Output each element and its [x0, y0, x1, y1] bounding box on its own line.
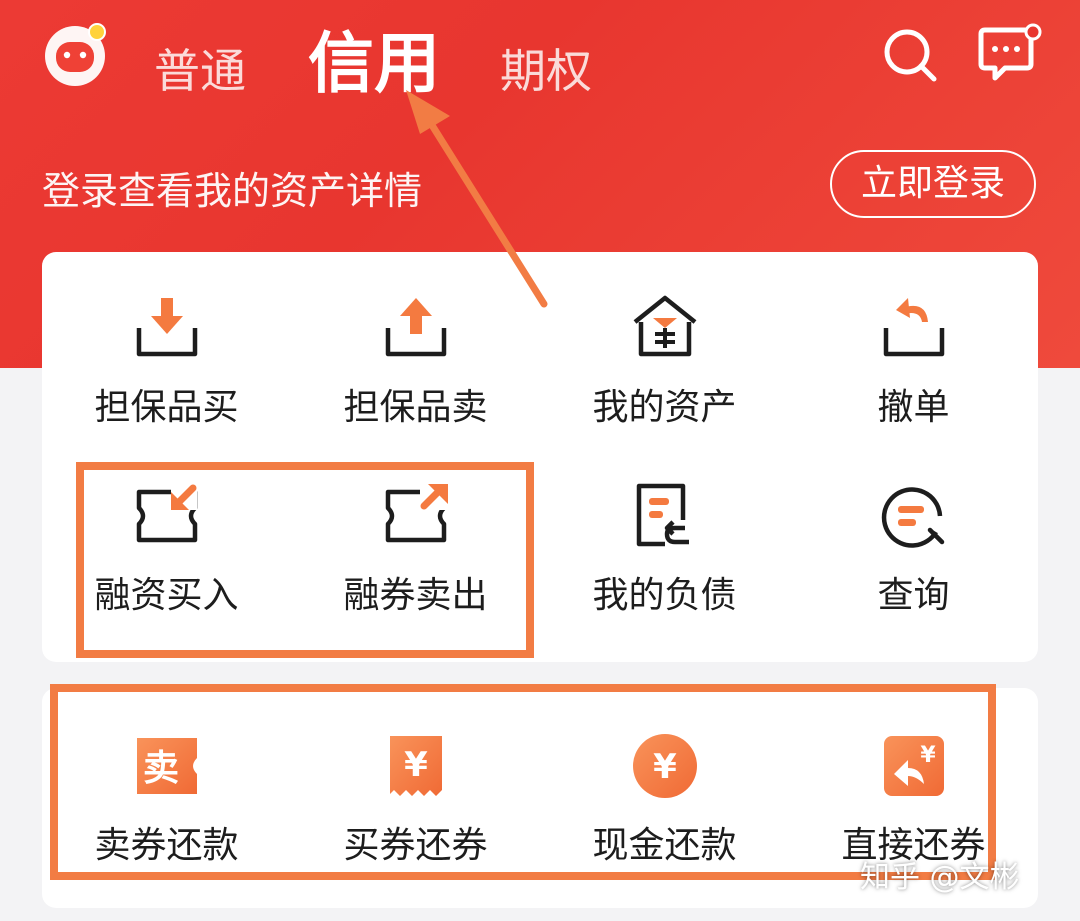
grid-item-label: 担保品买: [94, 387, 239, 428]
tab-option[interactable]: 期权: [500, 35, 592, 101]
chat-search-icon: [881, 487, 944, 548]
grid-item-label: 撤单: [877, 387, 950, 428]
repay-item-direct-return[interactable]: ¥ 直接还券: [789, 730, 1038, 868]
grid-item-my-liabilities[interactable]: 我的负债: [540, 480, 789, 618]
login-prompt: 登录查看我的资产详情: [42, 169, 423, 213]
svg-text:¥: ¥: [404, 745, 428, 785]
watermark: 知乎 @文彬: [860, 860, 1020, 895]
house-yen-icon: [633, 295, 696, 357]
ticket-arrow-in-icon: [136, 484, 197, 543]
svg-text:卖: 卖: [142, 748, 178, 789]
grid-item-label: 融券卖出: [343, 575, 488, 616]
sell-ticket-icon: 卖: [136, 738, 197, 794]
login-button[interactable]: 立即登录: [830, 150, 1036, 218]
grid-item-short-sell[interactable]: 融券卖出: [291, 480, 540, 618]
tab-credit[interactable]: 信用: [308, 10, 440, 106]
grid-item-label: 融资买入: [94, 575, 239, 616]
repay-item-buy-to-return[interactable]: ¥ 买券还券: [291, 730, 540, 868]
grid-item-label: 担保品卖: [343, 387, 488, 428]
grid-item-collateral-sell[interactable]: 担保品卖: [291, 292, 540, 430]
grid-item-label: 现金还款: [592, 825, 737, 866]
grid-item-label: 买券还券: [343, 825, 488, 866]
grid-item-margin-buy[interactable]: 融资买入: [42, 480, 291, 618]
undo-tray-icon: [883, 298, 944, 357]
grid-item-collateral-buy[interactable]: 担保品买: [42, 292, 291, 430]
function-grid-card: 担保品买 担保品卖 我的资产 撤单 融资买入 融券卖出 我的负债 查询: [42, 252, 1038, 662]
repay-item-cash-repay[interactable]: ¥ 现金还款: [540, 730, 789, 868]
ticket-arrow-out-icon: [385, 482, 450, 543]
upload-tray-icon: [385, 298, 446, 357]
svg-text:¥: ¥: [920, 743, 936, 768]
yen-receipt-icon: ¥: [389, 736, 442, 796]
message-icon[interactable]: [975, 22, 1043, 84]
grid-item-cancel-order[interactable]: 撤单: [789, 292, 1038, 430]
search-icon[interactable]: [880, 25, 940, 85]
tab-normal[interactable]: 普通: [154, 35, 246, 101]
yen-return-icon: ¥: [883, 736, 944, 796]
app-logo-icon: [45, 23, 106, 86]
grid-item-my-assets[interactable]: 我的资产: [540, 292, 789, 430]
svg-text:¥: ¥: [653, 747, 677, 787]
download-tray-icon: [136, 298, 197, 357]
grid-item-label: 查询: [877, 575, 950, 616]
yen-coin-icon: ¥: [632, 734, 697, 798]
grid-item-query[interactable]: 查询: [789, 480, 1038, 618]
document-return-icon: [636, 483, 689, 547]
repay-item-sell-to-repay[interactable]: 卖 卖券还款: [42, 730, 291, 868]
grid-item-label: 我的负债: [592, 575, 737, 616]
grid-item-label: 卖券还款: [94, 825, 239, 866]
grid-item-label: 我的资产: [592, 387, 737, 428]
